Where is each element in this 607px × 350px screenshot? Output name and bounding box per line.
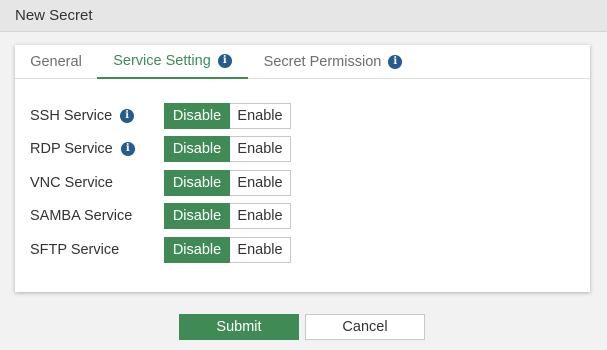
ssh-disable-button[interactable]: Disable — [164, 103, 230, 129]
info-icon[interactable]: i — [388, 55, 403, 69]
samba-disable-button[interactable]: Disable — [164, 203, 230, 229]
samba-service-toggle: Disable Enable — [164, 203, 291, 229]
tab-secret-permission-label: Secret Permission — [263, 54, 382, 70]
ssh-enable-button[interactable]: Enable — [230, 103, 291, 129]
tab-service-setting-label: Service Setting — [113, 53, 211, 69]
service-label-samba: SAMBA Service — [30, 203, 132, 229]
info-icon[interactable]: i — [120, 109, 135, 123]
page-title: New Secret — [15, 7, 93, 24]
vnc-enable-button[interactable]: Enable — [230, 170, 291, 196]
tab-general-label: General — [30, 54, 82, 70]
service-label-vnc: VNC Service — [30, 170, 113, 196]
service-row-rdp: RDP Service i Disable Enable — [30, 136, 291, 162]
service-label-ssh: SSH Service i — [30, 103, 135, 129]
service-row-ssh: SSH Service i Disable Enable — [30, 103, 291, 129]
info-icon[interactable]: i — [217, 54, 232, 68]
sftp-service-toggle: Disable Enable — [164, 237, 291, 263]
service-label-text: VNC Service — [30, 175, 113, 191]
tab-service-setting[interactable]: Service Setting i — [97, 45, 248, 79]
service-label-sftp: SFTP Service — [30, 237, 119, 263]
service-label-text: RDP Service — [30, 141, 113, 157]
ssh-service-toggle: Disable Enable — [164, 103, 291, 129]
service-label-text: SSH Service — [30, 108, 113, 124]
info-icon[interactable]: i — [120, 142, 135, 156]
samba-enable-button[interactable]: Enable — [230, 203, 291, 229]
service-label-rdp: RDP Service i — [30, 136, 135, 162]
service-label-text: SFTP Service — [30, 242, 120, 258]
tab-general[interactable]: General — [15, 45, 97, 79]
rdp-service-toggle: Disable Enable — [164, 136, 291, 162]
service-label-text: SAMBA Service — [30, 208, 133, 224]
vnc-disable-button[interactable]: Disable — [164, 170, 230, 196]
tab-bar: General Service Setting i Secret Permiss… — [15, 45, 590, 79]
vnc-service-toggle: Disable Enable — [164, 170, 291, 196]
sftp-disable-button[interactable]: Disable — [164, 237, 230, 263]
secret-form-panel: General Service Setting i Secret Permiss… — [15, 45, 590, 292]
sftp-enable-button[interactable]: Enable — [230, 237, 291, 263]
submit-button[interactable]: Submit — [179, 314, 299, 340]
service-row-samba: SAMBA Service Disable Enable — [30, 203, 291, 229]
cancel-button[interactable]: Cancel — [305, 314, 425, 340]
rdp-disable-button[interactable]: Disable — [164, 136, 230, 162]
service-row-vnc: VNC Service Disable Enable — [30, 170, 291, 196]
service-row-sftp: SFTP Service Disable Enable — [30, 237, 291, 263]
rdp-enable-button[interactable]: Enable — [230, 136, 291, 162]
tab-secret-permission[interactable]: Secret Permission i — [248, 45, 418, 79]
title-bar: New Secret — [0, 0, 607, 32]
